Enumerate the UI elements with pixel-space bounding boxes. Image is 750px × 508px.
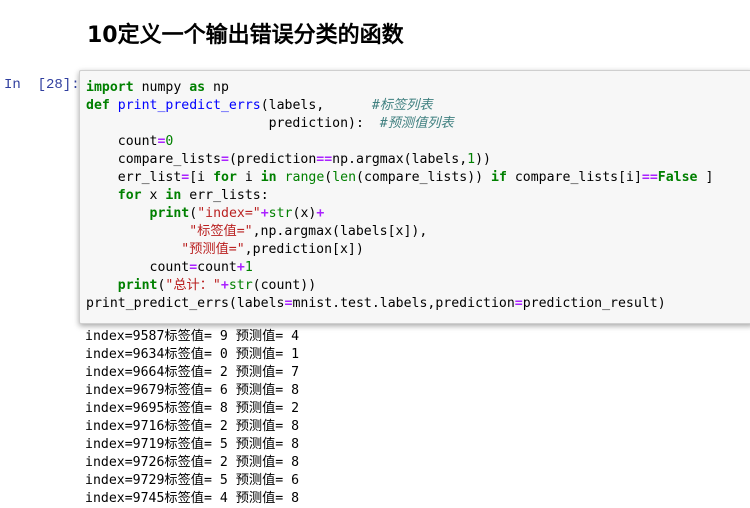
code-token: as [189, 80, 206, 95]
code-token: + [316, 206, 325, 221]
output-line: index=9719标签值= 5 预测值= 8 [85, 437, 300, 452]
code-token: prediction_result) [522, 296, 666, 311]
code-editor[interactable]: import numpy as np def print_predict_errs… [86, 79, 713, 313]
code-token: prediction): [86, 116, 380, 131]
cell-output: index=9587标签值= 9 预测值= 4 index=9634标签值= 0 … [85, 328, 299, 508]
code-token: #预测值列表 [379, 116, 454, 131]
output-line: index=9729标签值= 5 预测值= 6 [85, 473, 300, 488]
code-token: print [149, 206, 190, 221]
code-token: = [189, 260, 198, 275]
code-token: "总计：" [165, 278, 221, 293]
code-token: [i [189, 170, 214, 185]
code-token: + [220, 278, 229, 293]
code-line: compare_lists=(prediction==np.argmax(lab… [86, 151, 713, 169]
code-token: + [236, 260, 245, 275]
cell-prompt: In [28]: [4, 77, 80, 93]
code-token: (count)) [252, 278, 317, 293]
code-token: in [260, 170, 277, 185]
output-line: index=9726标签值= 2 预测值= 8 [85, 455, 300, 470]
code-token: "index=" [197, 206, 261, 221]
code-token: + [260, 206, 269, 221]
code-token: for [117, 188, 142, 203]
code-token: print_predict_errs [117, 98, 261, 113]
code-token: x [141, 188, 166, 203]
code-token: "标签值=" [189, 224, 253, 239]
output-line: index=9587标签值= 9 预测值= 4 [85, 329, 300, 344]
code-token: 1 [244, 260, 253, 275]
code-token: (compare_lists)) [356, 170, 492, 185]
code-token: count [197, 260, 237, 275]
code-token: #标签列表 [371, 98, 433, 113]
code-token: np [205, 80, 229, 95]
code-token: np.argmax(labels, [332, 152, 468, 167]
section-heading: 10定义一个输出错误分类的函数 [87, 23, 404, 48]
code-token: in [165, 188, 182, 203]
code-token: numpy [133, 80, 190, 95]
code-line: def print_predict_errs(labels, #标签列表 [86, 97, 713, 115]
code-token: )) [475, 152, 491, 167]
code-token: == [641, 170, 658, 185]
code-token: ,np.argmax(labels[x]), [252, 224, 428, 239]
code-line: print("总计："+str(count)) [86, 277, 713, 295]
code-token: compare_lists[i] [506, 170, 642, 185]
output-line: index=9745标签值= 4 预测值= 8 [85, 491, 300, 506]
code-token: err_list [86, 170, 182, 185]
code-line: import numpy as np [86, 79, 713, 97]
code-cell[interactable]: import numpy as np def print_predict_errs… [79, 70, 750, 324]
code-token: ( [189, 206, 198, 221]
code-line: print("index="+str(x)+ [86, 205, 713, 223]
code-token: err_lists: [181, 188, 269, 203]
code-line: "标签值=",np.argmax(labels[x]), [86, 223, 713, 241]
code-token: print [117, 278, 158, 293]
code-token: ] [697, 170, 714, 185]
output-line: index=9695标签值= 8 预测值= 2 [85, 401, 300, 416]
code-line: print_predict_errs(labels =mnist.test.lab… [86, 295, 713, 313]
code-token: (prediction [228, 152, 317, 167]
code-token: "预测值=" [181, 242, 245, 257]
code-token: mnist.test.labels,prediction [292, 296, 515, 311]
code-token: for [213, 170, 237, 185]
code-token: ,prediction[x]) [244, 242, 364, 257]
code-token: str [228, 278, 253, 293]
code-token: False [657, 170, 698, 185]
code-token: i [236, 170, 261, 185]
code-line: prediction): #预测值列表 [86, 115, 713, 133]
code-token: range [284, 170, 325, 185]
code-token: compare_lists [86, 152, 221, 167]
code-token: (x) [292, 206, 317, 221]
output-line: index=9716标签值= 2 预测值= 8 [85, 419, 300, 434]
code-token: 0 [165, 134, 174, 149]
code-line: "预测值=",prediction[x]) [86, 241, 713, 259]
code-line: count=0 [86, 133, 713, 151]
code-line: err_list=[i for i in range(len(compare_l… [86, 169, 714, 187]
code-line: for x in err_lists: [86, 187, 713, 205]
code-token: count [86, 134, 158, 149]
code-line: count=count+1 [86, 259, 713, 277]
code-token: str [268, 206, 293, 221]
output-line: index=9679标签值= 6 预测值= 8 [85, 383, 300, 398]
code-token: (labels, [260, 98, 372, 113]
output-line: index=9634标签值= 0 预测值= 1 [85, 347, 300, 362]
code-token: len [332, 170, 357, 185]
code-token: print_predict_errs(labels [86, 296, 285, 311]
code-token: count [86, 260, 190, 275]
code-token: == [316, 152, 333, 167]
code-token: def [86, 98, 110, 113]
code-token: = [514, 296, 523, 311]
output-line: index=9664标签值= 2 预测值= 7 [85, 365, 300, 380]
code-token: = [220, 152, 229, 167]
code-token: if [491, 170, 507, 185]
code-token: 1 [467, 152, 476, 167]
code-token: import [86, 80, 134, 95]
